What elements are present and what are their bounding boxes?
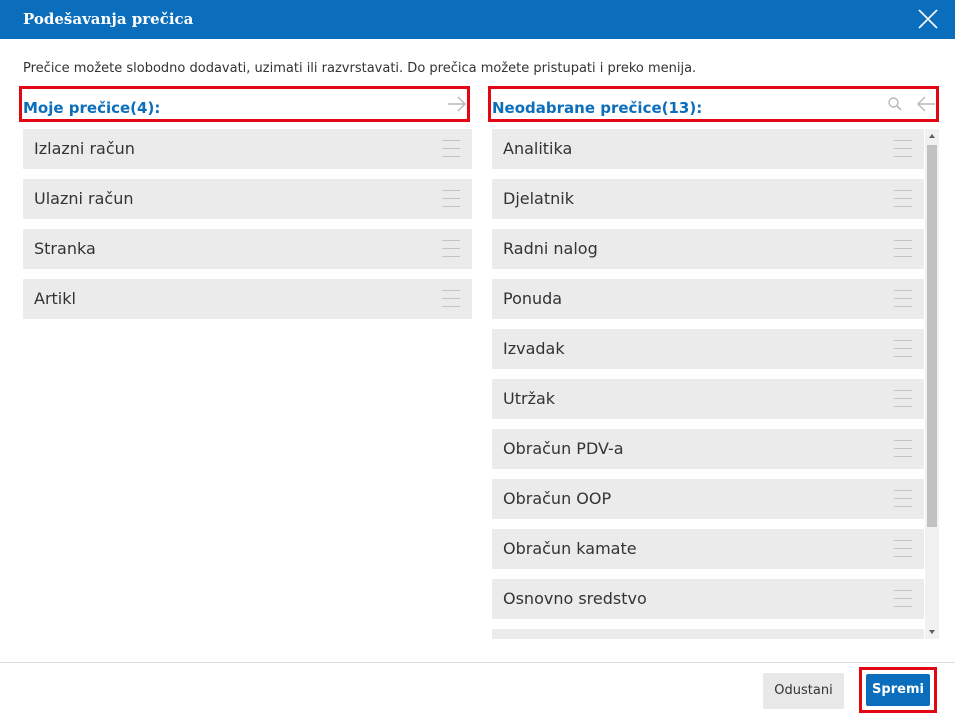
- selected-shortcuts-header: Moje prečice(4):: [19, 86, 470, 122]
- list-item[interactable]: Obračun OOP: [492, 479, 924, 519]
- drag-handle-icon[interactable]: [894, 390, 912, 408]
- scrollbar-thumb[interactable]: [927, 145, 937, 527]
- save-button[interactable]: Spremi: [866, 674, 930, 706]
- list-item[interactable]: Djelatnik: [492, 179, 924, 219]
- save-button-highlight: Spremi: [859, 667, 937, 713]
- drag-handle-icon[interactable]: [894, 190, 912, 208]
- drag-handle-icon[interactable]: [442, 240, 460, 258]
- list-item-label: Obračun kamate: [503, 539, 637, 558]
- close-button[interactable]: [915, 6, 941, 32]
- list-item-label: Osnovno sredstvo: [503, 589, 647, 608]
- list-item[interactable]: [492, 629, 924, 639]
- list-item-label: Obračun OOP: [503, 489, 612, 508]
- intro-text: Prečice možete slobodno dodavati, uzimat…: [23, 61, 697, 76]
- list-item-label: Obračun PDV-a: [503, 439, 624, 458]
- list-item[interactable]: Artikl: [23, 279, 472, 319]
- scroll-up-icon[interactable]: [925, 129, 939, 143]
- unselected-shortcuts-scroll-area[interactable]: Analitika Djelatnik Radni nalog Ponuda I…: [492, 129, 939, 639]
- list-item-label: Ulazni račun: [34, 189, 134, 208]
- unselected-shortcuts-header: Neodabrane prečice(13):: [488, 86, 939, 122]
- drag-handle-icon[interactable]: [442, 290, 460, 308]
- list-item[interactable]: Osnovno sredstvo: [492, 579, 924, 619]
- drag-handle-icon[interactable]: [442, 140, 460, 158]
- list-item[interactable]: Ponuda: [492, 279, 924, 319]
- cancel-button[interactable]: Odustani: [763, 673, 844, 709]
- list-item-label: Artikl: [34, 289, 76, 308]
- arrow-left-icon[interactable]: [915, 95, 937, 113]
- drag-handle-icon[interactable]: [894, 140, 912, 158]
- list-item[interactable]: Analitika: [492, 129, 924, 169]
- list-item-label: Izlazni račun: [34, 139, 135, 158]
- drag-handle-icon[interactable]: [894, 490, 912, 508]
- drag-handle-icon[interactable]: [894, 240, 912, 258]
- list-scrollbar[interactable]: [925, 129, 939, 639]
- dialog-title: Podešavanja prečica: [23, 10, 194, 28]
- list-item[interactable]: Stranka: [23, 229, 472, 269]
- drag-handle-icon[interactable]: [442, 190, 460, 208]
- list-item-label: Ponuda: [503, 289, 563, 308]
- list-item-label: Utržak: [503, 389, 556, 408]
- drag-handle-icon[interactable]: [894, 540, 912, 558]
- list-item[interactable]: Radni nalog: [492, 229, 924, 269]
- list-item[interactable]: Obračun kamate: [492, 529, 924, 569]
- list-item[interactable]: Utržak: [492, 379, 924, 419]
- selected-shortcuts-title: Moje prečice(4):: [23, 99, 161, 117]
- list-item-label: Djelatnik: [503, 189, 574, 208]
- unselected-shortcuts-title: Neodabrane prečice(13):: [492, 99, 703, 117]
- drag-handle-icon[interactable]: [894, 440, 912, 458]
- footer-divider: [0, 662, 955, 663]
- list-item-label: Analitika: [503, 139, 573, 158]
- scroll-down-icon[interactable]: [925, 625, 939, 639]
- list-item-label: Stranka: [34, 239, 96, 258]
- selected-shortcuts-list: Izlazni račun Ulazni račun Stranka Artik…: [23, 129, 472, 329]
- drag-handle-icon[interactable]: [894, 340, 912, 358]
- search-icon[interactable]: [887, 96, 903, 112]
- list-item[interactable]: Ulazni račun: [23, 179, 472, 219]
- list-item[interactable]: Izlazni račun: [23, 129, 472, 169]
- drag-handle-icon[interactable]: [894, 290, 912, 308]
- unselected-shortcuts-list: Analitika Djelatnik Radni nalog Ponuda I…: [492, 129, 924, 639]
- dialog-titlebar: Podešavanja prečica: [0, 0, 955, 39]
- list-item-label: Izvadak: [503, 339, 565, 358]
- close-icon: [918, 9, 938, 29]
- drag-handle-icon[interactable]: [894, 590, 912, 608]
- list-item-label: Radni nalog: [503, 239, 598, 258]
- arrow-right-icon[interactable]: [446, 95, 468, 113]
- list-item[interactable]: Obračun PDV-a: [492, 429, 924, 469]
- list-item[interactable]: Izvadak: [492, 329, 924, 369]
